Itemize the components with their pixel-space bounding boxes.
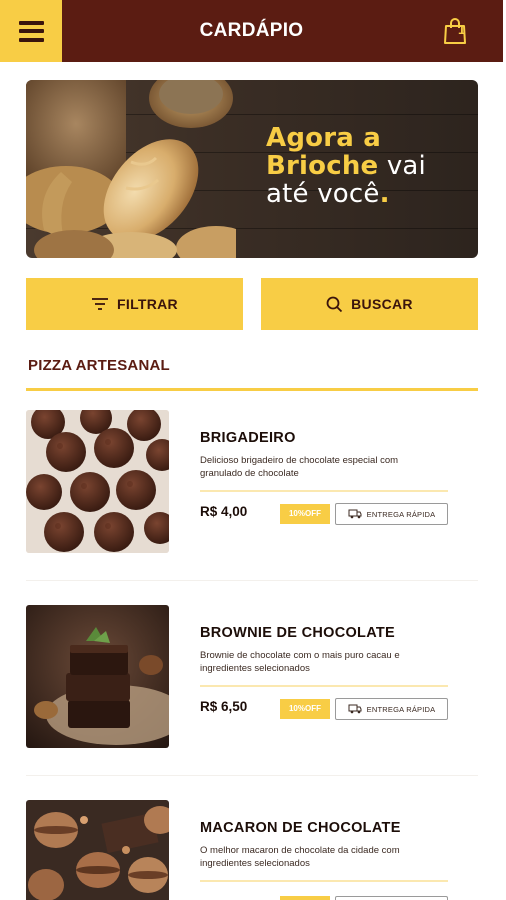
- filter-button[interactable]: FILTRAR: [26, 278, 243, 330]
- product-card-brownie[interactable]: BROWNIE DE CHOCOLATE Brownie de chocolat…: [26, 605, 478, 776]
- promo-banner[interactable]: Agora a Brioche vai até você.: [26, 80, 478, 258]
- section-title: PIZZA ARTESANAL: [28, 357, 170, 374]
- discount-badge: 10%OFF: [280, 504, 330, 524]
- product-card-macaron[interactable]: MACARON DE CHOCOLATE O melhor macaron de…: [26, 800, 478, 900]
- search-button[interactable]: BUSCAR: [261, 278, 478, 330]
- product-list-divider: [26, 580, 478, 581]
- product-name: BROWNIE DE CHOCOLATE: [200, 625, 396, 641]
- product-card-brigadeiro[interactable]: BRIGADEIRO Delicioso brigadeiro de choco…: [26, 410, 478, 581]
- delivery-truck-icon: [348, 509, 362, 519]
- discount-badge: [280, 896, 330, 900]
- cart-count-badge: 1: [458, 22, 466, 37]
- bread-image: [26, 80, 236, 258]
- section-divider: [26, 388, 478, 391]
- banner-dot: .: [379, 179, 390, 209]
- menu-button[interactable]: [0, 0, 62, 62]
- hamburger-menu-icon: [18, 20, 44, 42]
- page-title: CARDÁPIO: [199, 20, 304, 41]
- fast-delivery-badge: [335, 896, 448, 900]
- product-separator: [200, 880, 448, 882]
- product-description: O melhor macaron de chocolate da cidade …: [200, 845, 400, 869]
- product-description: Delicioso brigadeiro de chocolate especi…: [200, 455, 399, 479]
- filter-button-label: FILTRAR: [117, 296, 178, 312]
- banner-line-2: Brioche vai: [266, 152, 426, 180]
- banner-brand: Brioche: [266, 151, 379, 181]
- fast-delivery-label: ENTREGA RÁPIDA: [366, 509, 436, 519]
- product-name: BRIGADEIRO: [200, 430, 296, 446]
- product-description: Brownie de chocolate com o mais puro cac…: [200, 650, 400, 674]
- product-separator: [200, 490, 448, 492]
- banner-line-3-text: até você: [266, 179, 380, 209]
- fast-delivery-label: ENTREGA RÁPIDA: [366, 704, 436, 714]
- banner-line-1: Agora a: [266, 123, 381, 153]
- app-header: CARDÁPIO 1: [0, 0, 503, 62]
- search-button-label: BUSCAR: [351, 296, 413, 312]
- fast-delivery-badge: ENTREGA RÁPIDA: [335, 503, 448, 525]
- fast-delivery-badge: ENTREGA RÁPIDA: [335, 698, 448, 720]
- product-name: MACARON DE CHOCOLATE: [200, 820, 401, 836]
- product-price: R$ 4,00: [200, 504, 248, 519]
- banner-line-2-rest: vai: [378, 151, 426, 181]
- product-image-brigadeiro: [26, 410, 169, 553]
- delivery-truck-icon: [348, 704, 362, 714]
- banner-headline: Agora a Brioche vai até você.: [266, 124, 426, 208]
- filter-icon: [92, 298, 109, 310]
- product-image-macaron: [26, 800, 169, 900]
- product-separator: [200, 685, 448, 687]
- product-list-divider: [26, 775, 478, 776]
- discount-badge: 10%OFF: [280, 699, 330, 719]
- search-icon: [326, 296, 343, 312]
- banner-line-3: até você.: [266, 180, 426, 208]
- product-price: R$ 6,50: [200, 699, 248, 714]
- product-image-brownie: [26, 605, 169, 748]
